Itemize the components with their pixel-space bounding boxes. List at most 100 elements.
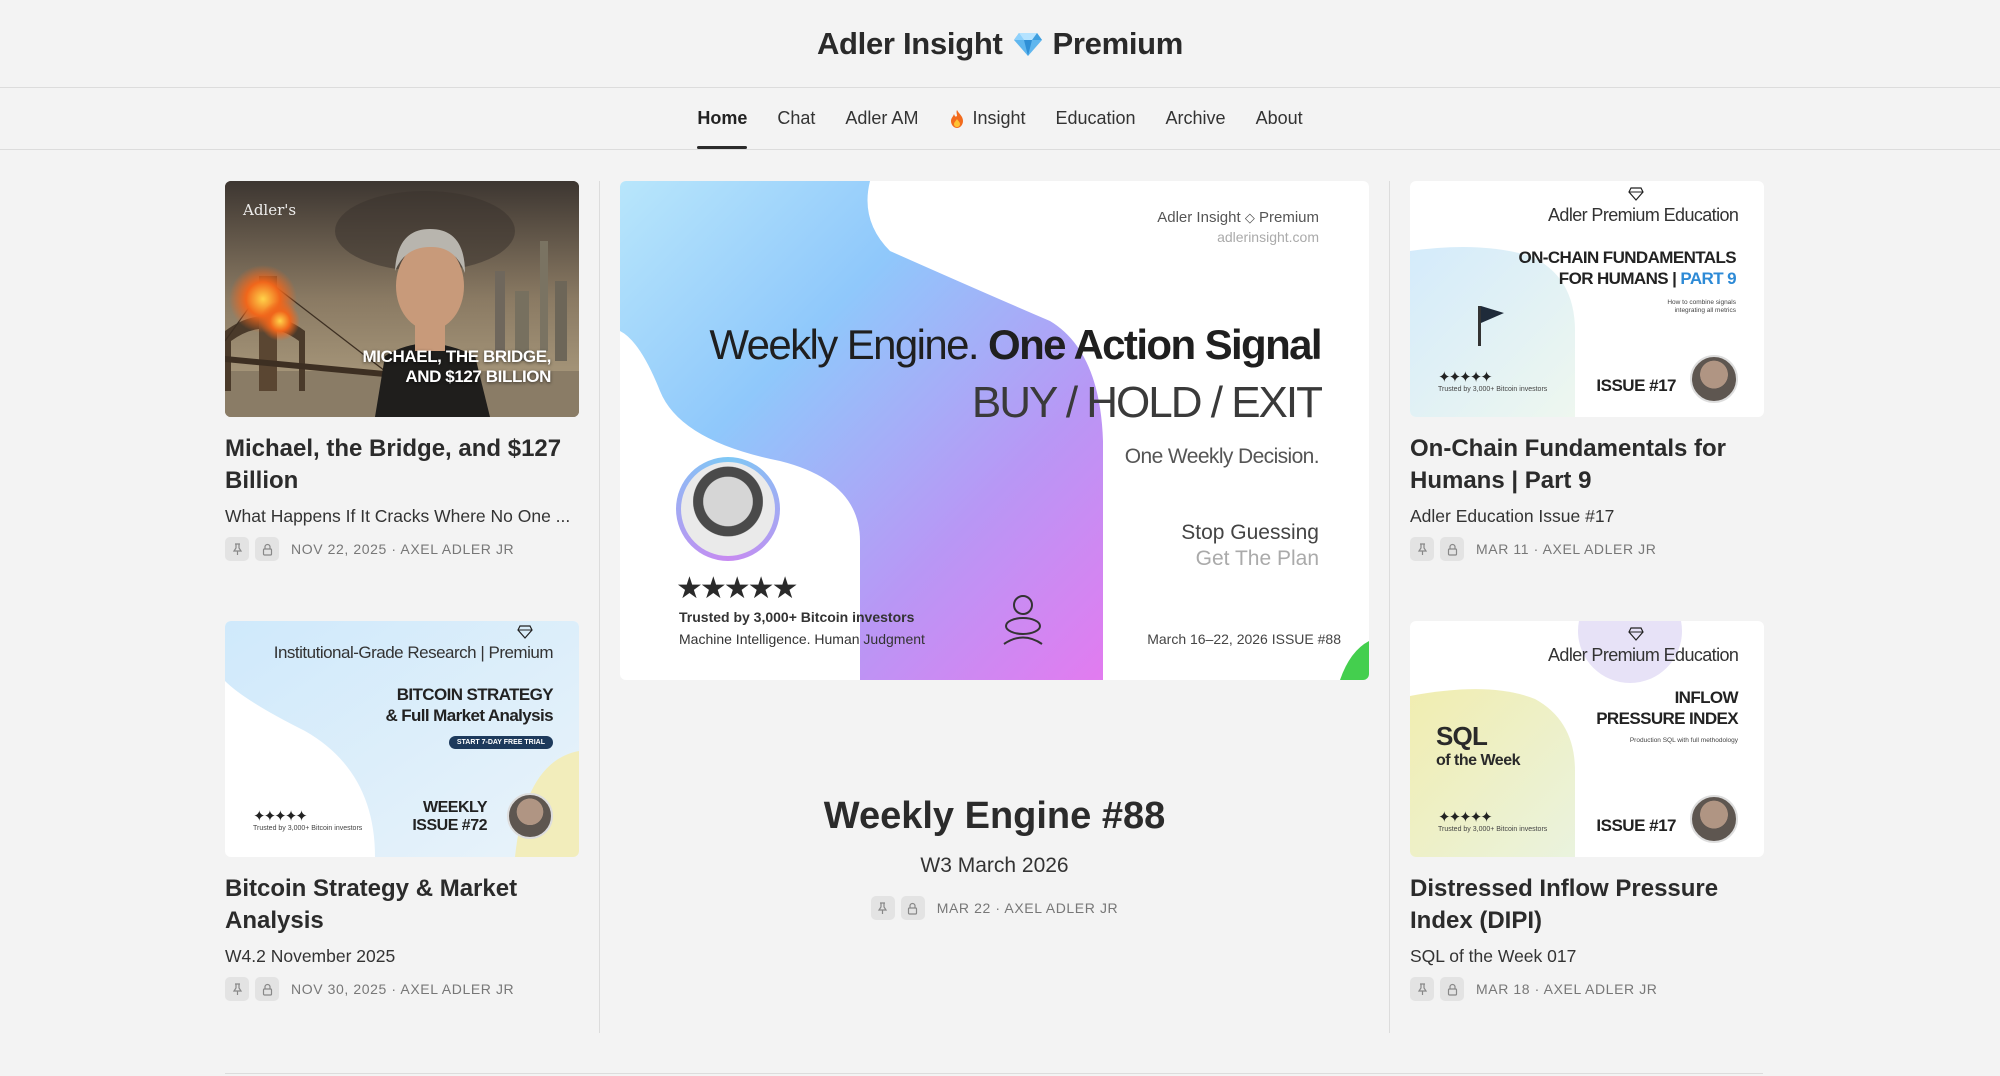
- thumb-small: How to combine signals integrating all m…: [1667, 299, 1736, 315]
- author-avatar: [507, 793, 553, 839]
- column-divider: [599, 181, 600, 1033]
- featured-post-title[interactable]: Weekly Engine #88: [620, 795, 1369, 838]
- feature-tagline: Machine Intelligence. Human Judgment: [679, 631, 925, 647]
- diamond-icon: [1013, 32, 1042, 56]
- post-thumbnail[interactable]: Adler Premium Education SQL of the Week …: [1410, 621, 1764, 857]
- thumb-line2: PRESSURE INDEX: [1596, 709, 1738, 728]
- feature-headline-b: One Action Signal: [988, 321, 1323, 368]
- feature-brand: Adler Insight ◇ Premium: [1157, 209, 1319, 226]
- lock-icon[interactable]: [1440, 537, 1464, 561]
- nav-about[interactable]: About: [1256, 88, 1303, 149]
- thumb-issue: WEEKLY ISSUE #72: [412, 799, 487, 835]
- nav-home[interactable]: Home: [697, 88, 748, 149]
- thumb-caption-line1: MICHAEL, THE BRIDGE,: [362, 347, 552, 366]
- thumb-line2: & Full Market Analysis: [385, 706, 553, 725]
- site-title[interactable]: Adler Insight Premium: [817, 26, 1183, 62]
- thumb-line1: ON-CHAIN FUNDAMENTALS: [1518, 248, 1736, 267]
- feature-headline-a: Weekly Engine.: [709, 321, 979, 368]
- flame-icon: [951, 109, 964, 128]
- post-card-dipi[interactable]: Adler Premium Education SQL of the Week …: [1410, 621, 1764, 1001]
- thumb-caption: MICHAEL, THE BRIDGE, AND $127 BILLION: [362, 347, 552, 387]
- thumb-issue-line2: ISSUE #72: [412, 817, 487, 834]
- featured-post-thumbnail[interactable]: Adler Insight ◇ Premium adlerinsight.com…: [620, 181, 1369, 680]
- feature-url: adlerinsight.com: [1217, 229, 1319, 245]
- pin-icon[interactable]: [1410, 537, 1434, 561]
- post-card-michael-bridge[interactable]: Adler's MICHAEL, THE BRIDGE, AND $127 BI…: [225, 181, 579, 561]
- nav-insight[interactable]: Insight: [948, 88, 1025, 149]
- post-date-author: NOV 30, 2025 · AXEL ADLER JR: [291, 981, 515, 997]
- feature-brand-name: Adler Insight: [1157, 209, 1241, 226]
- stars-rating: ✦✦✦✦✦: [1438, 809, 1493, 826]
- thumb-headline: INFLOW PRESSURE INDEX: [1596, 687, 1738, 729]
- lock-icon[interactable]: [255, 977, 279, 1001]
- pin-icon[interactable]: [225, 977, 249, 1001]
- nav-chat[interactable]: Chat: [777, 88, 815, 149]
- post-subtitle: What Happens If It Cracks Where No One .…: [225, 506, 571, 526]
- post-thumbnail[interactable]: Adler's MICHAEL, THE BRIDGE, AND $127 BI…: [225, 181, 579, 417]
- author-avatar: [676, 457, 780, 561]
- nav-education[interactable]: Education: [1055, 88, 1135, 149]
- feature-decision: One Weekly Decision.: [1124, 445, 1320, 468]
- post-subtitle: Adler Education Issue #17: [1410, 506, 1615, 526]
- post-title[interactable]: Michael, the Bridge, and $127 Billion: [225, 433, 579, 497]
- feature-trust: Trusted by 3,000+ Bitcoin investors: [679, 609, 915, 625]
- thumb-line2b: PART 9: [1680, 269, 1736, 288]
- post-card-onchain-fundamentals[interactable]: Adler Premium Education ON-CHAIN FUNDAME…: [1410, 181, 1764, 561]
- thumb-header: Institutional-Grade Research | Premium: [273, 643, 554, 662]
- nav-archive-label: Archive: [1165, 108, 1226, 128]
- nav-adler-am[interactable]: Adler AM: [845, 88, 918, 149]
- lock-icon[interactable]: [255, 537, 279, 561]
- post-meta: MAR 11 · AXEL ADLER JR: [1410, 537, 1764, 561]
- sql-of-week-label: SQL of the Week: [1436, 721, 1521, 770]
- pin-icon[interactable]: [870, 896, 895, 920]
- post-thumbnail[interactable]: Adler Premium Education ON-CHAIN FUNDAME…: [1410, 181, 1764, 417]
- diamond-icon: [517, 625, 533, 639]
- pin-icon[interactable]: [1410, 977, 1434, 1001]
- nav-adler-am-label: Adler AM: [845, 108, 919, 128]
- stars-rating: ★★★★★: [676, 572, 798, 605]
- thumb-small2: integrating all metrics: [1674, 307, 1736, 314]
- thumb-trust: Trusted by 3,000+ Bitcoin investors: [1438, 386, 1548, 393]
- user-group-icon: [1003, 595, 1043, 645]
- post-title[interactable]: Distressed Inflow Pressure Index (DIPI): [1410, 873, 1764, 937]
- column-divider: [1389, 181, 1390, 1033]
- post-title[interactable]: Bitcoin Strategy & Market Analysis: [225, 873, 579, 937]
- thumb-small1: How to combine signals: [1667, 299, 1736, 306]
- author-avatar: [1690, 355, 1738, 403]
- thumb-headline: BITCOIN STRATEGY & Full Market Analysis: [385, 684, 553, 726]
- lock-icon[interactable]: [1440, 977, 1464, 1001]
- nav-archive[interactable]: Archive: [1166, 88, 1226, 149]
- post-subtitle: W4.2 November 2025: [225, 946, 396, 966]
- featured-post-subtitle: W3 March 2026: [920, 854, 1069, 877]
- nav-about-label: About: [1255, 108, 1303, 128]
- diamond-icon: [1628, 187, 1644, 201]
- thumb-line1: BITCOIN STRATEGY: [396, 685, 554, 704]
- site-header: Adler Insight Premium: [0, 0, 2000, 88]
- thumb-trust: Trusted by 3,000+ Bitcoin investors: [253, 825, 363, 832]
- free-trial-badge: START 7-DAY FREE TRIAL: [448, 736, 553, 749]
- post-title[interactable]: On-Chain Fundamentals for Humans | Part …: [1410, 433, 1764, 497]
- pin-icon[interactable]: [225, 537, 249, 561]
- thumb-header: Adler Premium Education: [1548, 205, 1739, 225]
- lock-icon[interactable]: [900, 896, 925, 920]
- feature-headline: Weekly Engine. One Action Signal: [709, 321, 1323, 369]
- sql-label: SQL: [1436, 721, 1488, 751]
- thumb-small: Production SQL with full methodology: [1629, 737, 1738, 744]
- nav-home-label: Home: [697, 108, 748, 128]
- author-avatar: [1690, 795, 1738, 843]
- thumb-issue: ISSUE #17: [1596, 816, 1676, 835]
- thumb-caption-line2: AND $127 BILLION: [405, 367, 551, 386]
- featured-post-text: Weekly Engine #88 W3 March 2026 MAR 22 ·…: [620, 795, 1369, 920]
- main-nav: Home Chat Adler AM Insight Education Arc…: [0, 88, 2000, 150]
- nav-insight-label: Insight: [972, 108, 1026, 128]
- feature-plan: Get The Plan: [1195, 547, 1319, 570]
- post-date-author: MAR 18 · AXEL ADLER JR: [1476, 981, 1658, 997]
- post-card-bitcoin-strategy[interactable]: Institutional-Grade Research | Premium B…: [225, 621, 579, 1001]
- thumb-trust: Trusted by 3,000+ Bitcoin investors: [1438, 826, 1548, 833]
- nav-chat-label: Chat: [777, 108, 816, 128]
- post-thumbnail[interactable]: Institutional-Grade Research | Premium B…: [225, 621, 579, 857]
- post-date-author: MAR 11 · AXEL ADLER JR: [1476, 541, 1657, 557]
- of-the-week-label: of the Week: [1436, 752, 1521, 769]
- post-meta: MAR 22 · AXEL ADLER JR: [620, 896, 1369, 920]
- diamond-icon: ◇: [1244, 210, 1255, 225]
